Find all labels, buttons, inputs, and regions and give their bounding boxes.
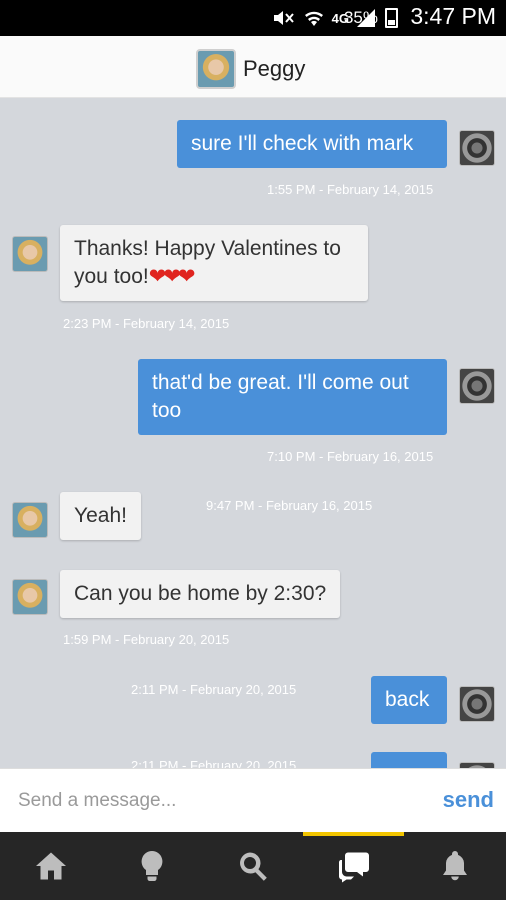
contact-avatar bbox=[12, 579, 48, 615]
message-composer: send bbox=[0, 768, 506, 833]
conversation-header: Peggy bbox=[0, 36, 506, 98]
message-text: Yeah! bbox=[74, 504, 127, 527]
wifi-icon bbox=[304, 11, 323, 26]
status-time: 3:47 PM bbox=[410, 3, 496, 29]
message-input[interactable] bbox=[0, 769, 420, 833]
nav-messages[interactable] bbox=[303, 832, 404, 900]
contact-avatar[interactable] bbox=[196, 49, 236, 89]
message-bubble-outgoing[interactable] bbox=[371, 752, 447, 768]
message-bubble-incoming[interactable]: Yeah! bbox=[60, 492, 141, 540]
contact-avatar bbox=[12, 236, 48, 272]
nav-home[interactable] bbox=[0, 832, 101, 900]
my-avatar bbox=[459, 130, 495, 166]
message-timestamp: 7:10 PM - February 16, 2015 bbox=[267, 449, 434, 464]
message-text: that'd be great. I'll come out too bbox=[152, 371, 409, 422]
message-text: sure I'll check with mark bbox=[191, 132, 414, 155]
mute-icon bbox=[273, 11, 294, 25]
battery-percentage: 35% bbox=[343, 8, 378, 27]
message-text: Thanks! Happy Valentines to you too! bbox=[74, 237, 341, 288]
message-timestamp: 2:11 PM - February 20, 2015 bbox=[131, 682, 297, 697]
message-text: Can you be home by 2:30? bbox=[74, 582, 327, 605]
contact-name[interactable]: Peggy bbox=[243, 56, 305, 82]
battery-icon bbox=[385, 8, 398, 28]
contact-avatar bbox=[12, 502, 48, 538]
message-text: back bbox=[385, 688, 430, 711]
chat-icon bbox=[338, 852, 369, 883]
send-button[interactable]: send bbox=[443, 787, 494, 813]
status-bar: 4G 35% 3:47 PM bbox=[0, 0, 506, 36]
search-icon bbox=[239, 852, 267, 881]
hearts-emoji: ❤❤❤ bbox=[148, 265, 196, 288]
message-timestamp: 9:47 PM - February 16, 2015 bbox=[206, 498, 373, 513]
nav-notifications[interactable] bbox=[404, 832, 505, 900]
lightbulb-icon bbox=[141, 851, 162, 881]
message-bubble-outgoing[interactable]: back bbox=[371, 676, 447, 724]
nav-search[interactable] bbox=[202, 832, 303, 900]
message-timestamp: 1:59 PM - February 20, 2015 bbox=[63, 632, 230, 647]
nav-ideas[interactable] bbox=[101, 832, 202, 900]
bottom-navigation bbox=[0, 832, 506, 900]
message-bubble-incoming[interactable]: Can you be home by 2:30? bbox=[60, 570, 341, 618]
message-timestamp: 1:55 PM - February 14, 2015 bbox=[267, 182, 434, 197]
my-avatar bbox=[459, 686, 495, 722]
my-avatar bbox=[459, 368, 495, 404]
message-list[interactable]: sure I'll check with mark 1:55 PM - Febr… bbox=[0, 98, 506, 768]
bell-icon bbox=[442, 851, 467, 881]
message-timestamp: 2:11 PM - February 20, 2015 bbox=[131, 758, 297, 768]
message-bubble-outgoing[interactable]: sure I'll check with mark bbox=[177, 120, 447, 168]
message-bubble-incoming[interactable]: Thanks! Happy Valentines to you too!❤❤❤ bbox=[60, 225, 368, 301]
home-icon bbox=[35, 852, 66, 880]
message-timestamp: 2:23 PM - February 14, 2015 bbox=[63, 316, 230, 331]
message-bubble-outgoing[interactable]: that'd be great. I'll come out too bbox=[138, 359, 447, 435]
